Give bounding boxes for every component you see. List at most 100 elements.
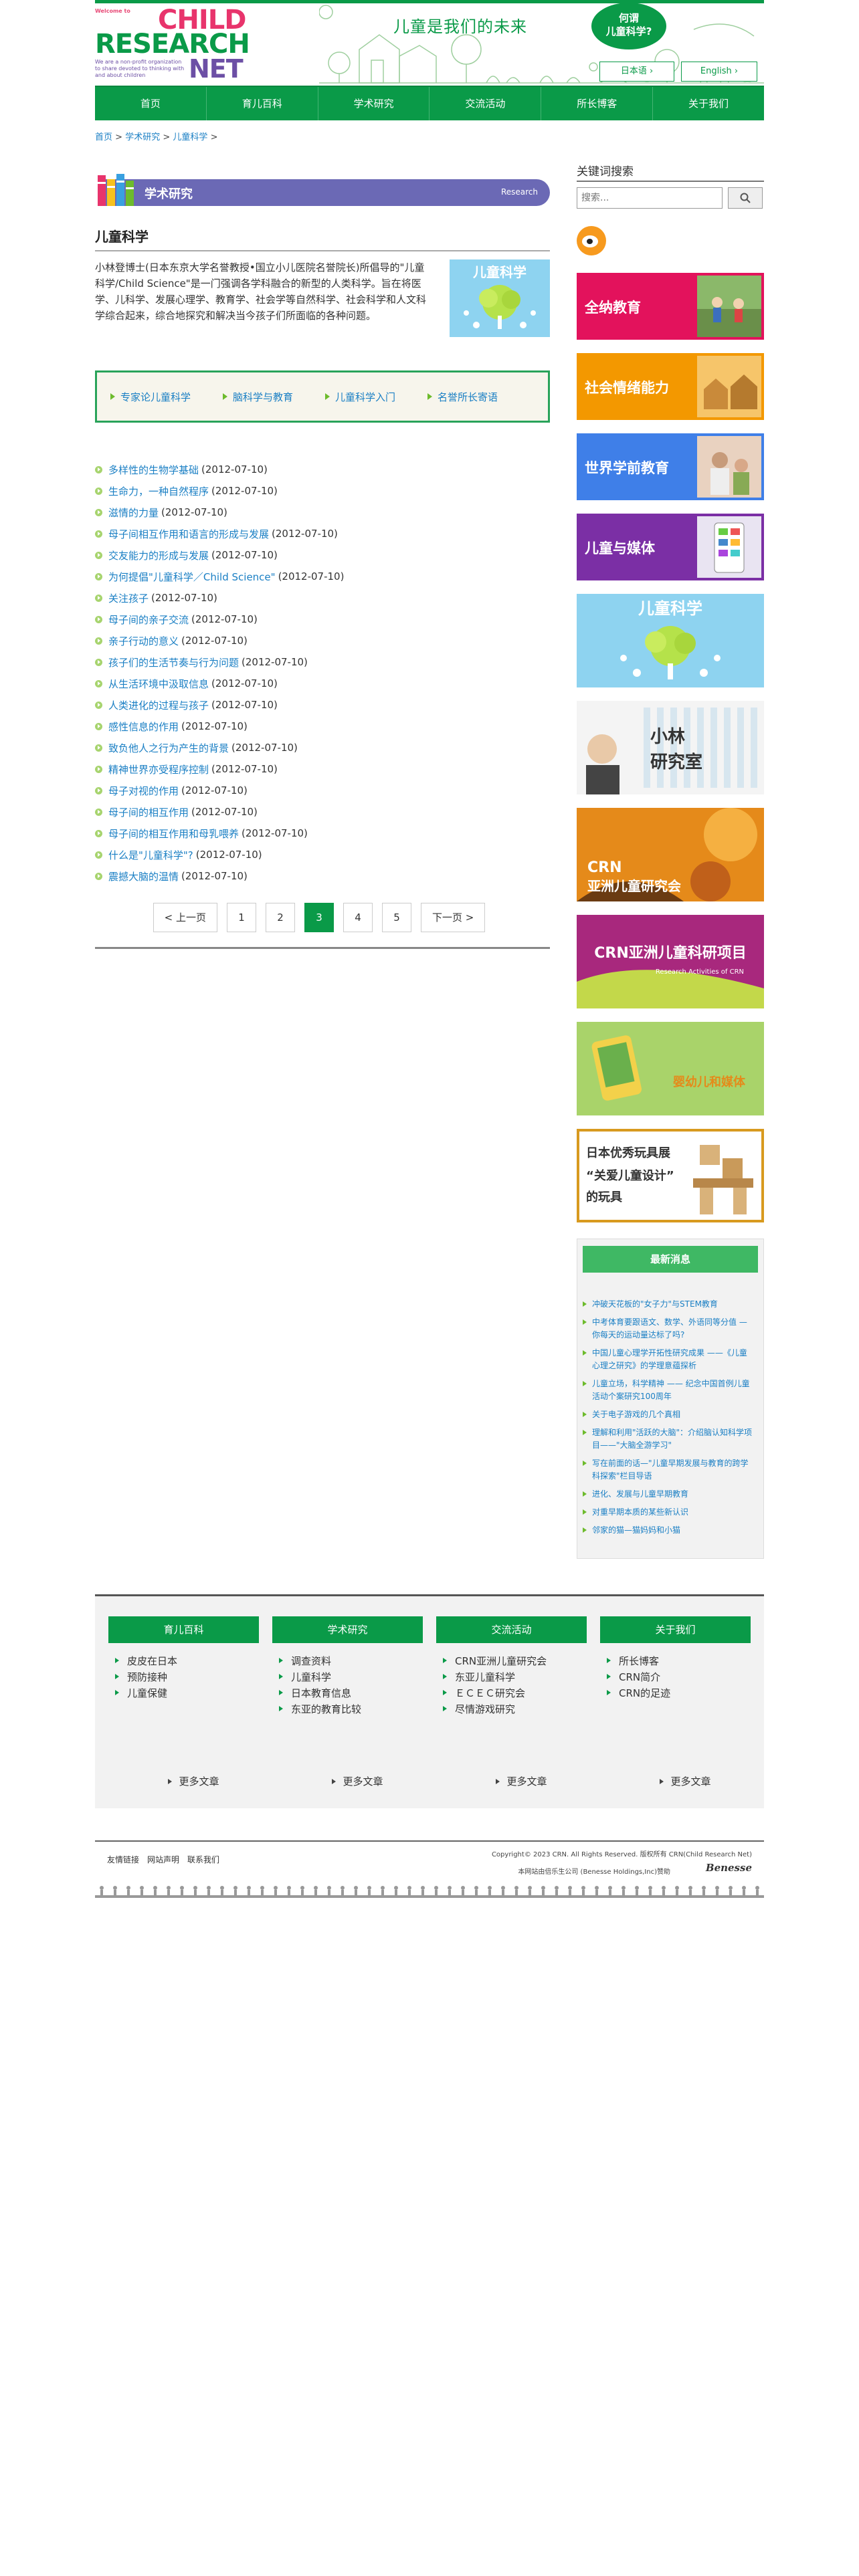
lang-japanese-button[interactable]: 日本语 ›: [599, 62, 674, 82]
news-item[interactable]: 写在前面的话—"儿童早期发展与教育的跨学科探索"栏目导语: [583, 1457, 758, 1483]
footer-heading[interactable]: 交流活动: [436, 1616, 587, 1643]
prev-page-button[interactable]: < 上一页: [153, 903, 217, 932]
article-link[interactable]: 孩子们的生活节奏与行为问题: [108, 655, 239, 669]
nav-about[interactable]: 关于我们: [653, 87, 764, 120]
card-crn-project[interactable]: CRN亚洲儿童科研项目 Research Activities of CRN: [577, 915, 764, 1008]
more-articles-link[interactable]: 更多文章: [272, 1774, 423, 1788]
article-link[interactable]: 亲子行动的意义: [108, 634, 179, 648]
article-link[interactable]: 滋情的力量: [108, 506, 159, 520]
article-link[interactable]: 母子间的相互作用: [108, 805, 189, 819]
footer-link-label: CRN亚洲儿童研究会: [455, 1654, 547, 1667]
page-button-4[interactable]: 4: [343, 903, 373, 932]
footer-link[interactable]: 东亚儿童科学: [443, 1669, 587, 1685]
lang-english-button[interactable]: English ›: [681, 62, 757, 82]
article-link[interactable]: 母子间相互作用和语言的形成与发展: [108, 527, 269, 541]
news-item[interactable]: 对重早期本质的某些新认识: [583, 1506, 758, 1519]
article-link[interactable]: 母子对视的作用: [108, 784, 179, 798]
footer-link[interactable]: 所长博客: [607, 1652, 751, 1669]
news-item[interactable]: 关于电子游戏的几个真相: [583, 1408, 758, 1421]
article-link[interactable]: 震撼大脑的温情: [108, 869, 179, 883]
weibo-icon[interactable]: [577, 226, 606, 255]
triangle-bullet-icon: [115, 1658, 119, 1663]
footer-link[interactable]: CRN亚洲儿童研究会: [443, 1652, 587, 1669]
article-link[interactable]: 母子间的亲子交流: [108, 613, 189, 627]
nav-director-blog[interactable]: 所长博客: [541, 87, 654, 120]
footer-link[interactable]: 东亚的教育比较: [279, 1701, 423, 1717]
footer-link[interactable]: 尽情游戏研究: [443, 1701, 587, 1717]
more-articles-link[interactable]: 更多文章: [436, 1774, 587, 1788]
search-input[interactable]: [577, 187, 723, 209]
news-item[interactable]: 理解和利用"活跃的大脑"：介绍脑认知科学项目——"大脑全游学习": [583, 1426, 758, 1452]
friend-links[interactable]: 友情链接: [107, 1854, 139, 1865]
triangle-bullet-icon: [279, 1706, 283, 1711]
page-button-5[interactable]: 5: [382, 903, 411, 932]
news-item[interactable]: 中考体育要跟语文、数学、外语同等分值 — 你每天的运动量达标了吗?: [583, 1316, 758, 1341]
article-link[interactable]: 致负他人之行为产生的背景: [108, 741, 229, 755]
contact-link[interactable]: 联系我们: [187, 1854, 219, 1865]
news-item[interactable]: 中国儿童心理学开拓性研究成果 ——《儿童心理之研究》的学理意蕴探析: [583, 1347, 758, 1372]
article-link[interactable]: 精神世界亦受程序控制: [108, 762, 209, 776]
card-infants-media[interactable]: 婴幼儿和媒体: [577, 1022, 764, 1115]
footer-link[interactable]: 调查资料: [279, 1652, 423, 1669]
link-intro[interactable]: 儿童科学入门: [325, 390, 395, 404]
card-child-science[interactable]: 儿童科学: [577, 594, 764, 687]
footer-link[interactable]: 儿童科学: [279, 1669, 423, 1685]
what-is-child-science-bubble[interactable]: 何谓 儿童科学?: [591, 3, 666, 49]
article-link[interactable]: 关注孩子: [108, 591, 149, 605]
card-social-emotional[interactable]: 社会情绪能力: [577, 353, 764, 420]
more-articles-link[interactable]: 更多文章: [108, 1774, 259, 1788]
news-item[interactable]: 邻家的猫—猫妈妈和小猫: [583, 1524, 758, 1537]
footer-link[interactable]: 儿童保健: [115, 1685, 259, 1701]
article-date: (2012-07-10): [181, 635, 248, 647]
search-button[interactable]: [728, 187, 763, 209]
card-kobayashi-lab[interactable]: 小林 研究室: [577, 701, 764, 794]
card-toy-exhibition[interactable]: 日本优秀玩具展 “关爱儿童设计” 的玩具: [577, 1129, 764, 1222]
page-button-1[interactable]: 1: [227, 903, 256, 932]
article-link[interactable]: 人类进化的过程与孩子: [108, 698, 209, 712]
footer-link[interactable]: 皮皮在日本: [115, 1652, 259, 1669]
page-button-3-current[interactable]: 3: [304, 903, 334, 932]
article-link[interactable]: 生命力，一种自然程序: [108, 484, 209, 498]
nav-research[interactable]: 学术研究: [318, 87, 430, 120]
article-link[interactable]: 为何提倡"儿童科学／Child Science": [108, 570, 276, 584]
card-crn-asia[interactable]: CRN 亚洲儿童研究会: [577, 808, 764, 901]
breadcrumb-child-science[interactable]: 儿童科学: [173, 132, 207, 142]
footer-heading[interactable]: 育儿百科: [108, 1616, 259, 1643]
card-inclusive-education[interactable]: 全纳教育: [577, 273, 764, 340]
nav-activities[interactable]: 交流活动: [430, 87, 542, 120]
nav-home[interactable]: 首页: [95, 87, 207, 120]
footer-link[interactable]: ＥＣＥＣ研究会: [443, 1685, 587, 1701]
article-link[interactable]: 母子间的相互作用和母乳喂养: [108, 827, 239, 841]
breadcrumb-research[interactable]: 学术研究: [125, 132, 160, 142]
news-item[interactable]: 儿童立场，科学精神 —— 纪念中国首例儿童活动个案研究100周年: [583, 1378, 758, 1403]
triangle-bullet-icon: [496, 1778, 500, 1784]
footer-link-label: 皮皮在日本: [127, 1654, 178, 1667]
card-world-preschool[interactable]: 世界学前教育: [577, 433, 764, 500]
triangle-bullet-icon: [325, 393, 330, 400]
link-brain-science[interactable]: 脑科学与教育: [223, 390, 293, 404]
article-link[interactable]: 感性信息的作用: [108, 720, 179, 734]
card-children-media[interactable]: 儿童与媒体: [577, 514, 764, 580]
news-item[interactable]: 进化、发展与儿童早期教育: [583, 1488, 758, 1501]
site-statement-link[interactable]: 网站声明: [147, 1854, 179, 1865]
more-articles-link[interactable]: 更多文章: [600, 1774, 751, 1788]
news-item[interactable]: 冲破天花板的"女子力"与STEM教育: [583, 1298, 758, 1311]
benesse-logo[interactable]: Benesse: [706, 1862, 752, 1874]
page-button-2[interactable]: 2: [266, 903, 295, 932]
breadcrumb-home[interactable]: 首页: [95, 132, 112, 142]
article-link[interactable]: 交友能力的形成与发展: [108, 548, 209, 562]
next-page-button[interactable]: 下一页 >: [421, 903, 486, 932]
footer-link[interactable]: CRN简介: [607, 1669, 751, 1685]
link-expert-views[interactable]: 专家论儿童科学: [110, 390, 191, 404]
nav-parenting[interactable]: 育儿百科: [207, 87, 318, 120]
footer-heading[interactable]: 学术研究: [272, 1616, 423, 1643]
link-director-message[interactable]: 名誉所长寄语: [427, 390, 498, 404]
article-link[interactable]: 多样性的生物学基础: [108, 463, 199, 477]
footer-link[interactable]: 预防接种: [115, 1669, 259, 1685]
footer-heading[interactable]: 关于我们: [600, 1616, 751, 1643]
footer-link[interactable]: CRN的足迹: [607, 1685, 751, 1701]
footer-link[interactable]: 日本教育信息: [279, 1685, 423, 1701]
article-link[interactable]: 什么是"儿童科学"?: [108, 848, 193, 862]
article-link[interactable]: 从生活环境中汲取信息: [108, 677, 209, 691]
site-logo[interactable]: Welcome to CHILD RESEARCH NET We are a n…: [95, 7, 250, 82]
